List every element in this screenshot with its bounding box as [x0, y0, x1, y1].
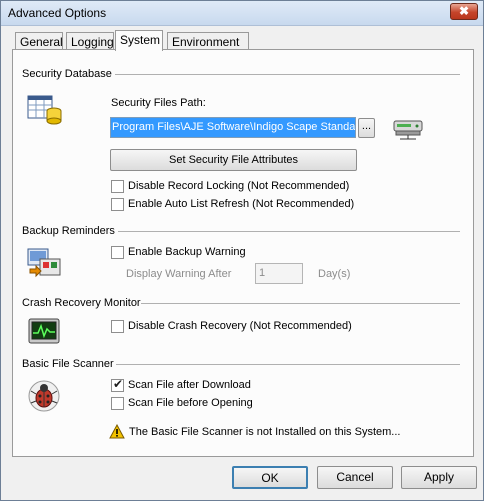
enable-backup-warning-label: Enable Backup Warning — [128, 246, 246, 258]
enable-backup-warning-checkbox[interactable] — [111, 246, 124, 259]
ok-button[interactable]: OK — [232, 466, 308, 489]
disable-crash-recovery-checkbox[interactable] — [111, 320, 124, 333]
server-icon[interactable] — [392, 119, 424, 141]
database-icon — [27, 95, 62, 125]
disable-record-locking-label: Disable Record Locking (Not Recommended) — [128, 180, 350, 192]
security-path-label: Security Files Path: — [111, 97, 206, 109]
tab-general[interactable]: General — [15, 32, 63, 50]
security-path-value: Program Files\AJE Software\Indigo Scape … — [111, 118, 355, 137]
backup-section-title: Backup Reminders — [22, 225, 115, 237]
browse-button[interactable]: ... — [358, 118, 375, 138]
bug-icon — [28, 380, 60, 412]
apply-button[interactable]: Apply — [401, 466, 477, 489]
scan-before-opening-label: Scan File before Opening — [128, 397, 253, 409]
set-security-attributes-button[interactable]: Set Security File Attributes — [110, 149, 357, 171]
security-divider — [115, 74, 460, 75]
crash-section-title: Crash Recovery Monitor — [22, 297, 141, 309]
tab-logging[interactable]: Logging — [66, 32, 114, 50]
enable-auto-refresh-label: Enable Auto List Refresh (Not Recommende… — [128, 198, 355, 210]
scanner-divider — [116, 364, 460, 365]
cancel-button[interactable]: Cancel — [317, 466, 393, 489]
scan-after-download-label: Scan File after Download — [128, 379, 251, 391]
advanced-options-window: Advanced Options ✖ General Logging Syste… — [0, 0, 484, 501]
scanner-section-title: Basic File Scanner — [22, 358, 114, 370]
monitor-icon — [28, 318, 60, 344]
crash-divider — [141, 303, 460, 304]
window-title: Advanced Options — [8, 6, 107, 20]
enable-auto-refresh-checkbox[interactable] — [111, 198, 124, 211]
scanner-warning-text: The Basic File Scanner is not Installed … — [129, 426, 401, 438]
security-path-input[interactable]: Program Files\AJE Software\Indigo Scape … — [110, 117, 356, 138]
tab-environment[interactable]: Environment — [167, 32, 249, 50]
security-section-title: Security Database — [22, 68, 112, 80]
title-bar: Advanced Options ✖ — [1, 1, 483, 26]
close-button[interactable]: ✖ — [450, 3, 478, 20]
backup-divider — [118, 231, 460, 232]
scan-after-download-checkbox[interactable] — [111, 377, 124, 392]
backup-icon — [27, 248, 61, 278]
scan-before-opening-checkbox[interactable] — [111, 397, 124, 410]
disable-crash-recovery-label: Disable Crash Recovery (Not Recommended) — [128, 320, 352, 332]
tab-system[interactable]: System — [115, 30, 163, 51]
display-warning-after-label: Display Warning After — [126, 268, 232, 280]
warning-icon — [109, 424, 125, 439]
backup-days-input[interactable]: 1 — [255, 263, 303, 284]
disable-record-locking-checkbox[interactable] — [111, 180, 124, 193]
backup-days-unit: Day(s) — [318, 268, 351, 280]
